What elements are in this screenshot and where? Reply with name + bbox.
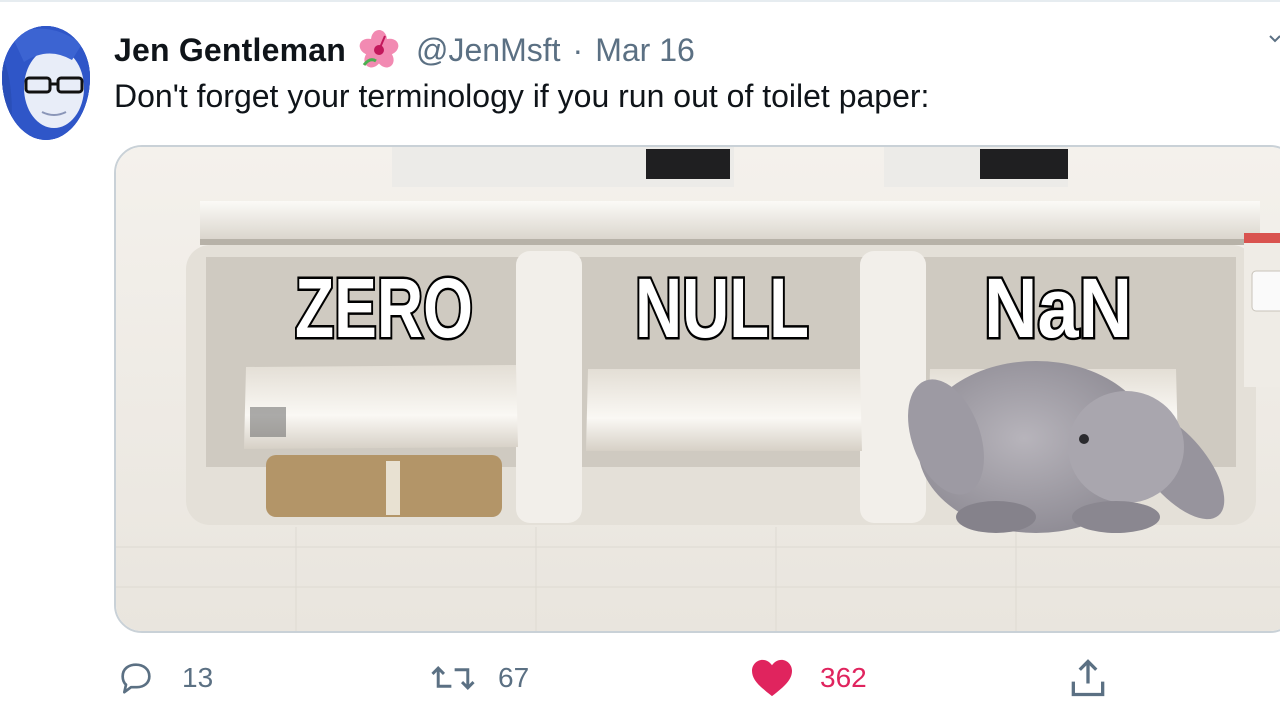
meme-label-nan: NaN [984, 261, 1132, 355]
like-count: 362 [820, 662, 867, 693]
tweet-header: Jen Gentleman @JenMsft · Mar 16 [114, 30, 695, 70]
avatar-portrait-icon [2, 26, 90, 140]
share-button[interactable] [1066, 650, 1110, 706]
meme-label-null: NULL [635, 261, 809, 355]
avatar[interactable] [2, 26, 90, 140]
reply-icon [121, 663, 151, 694]
author-handle[interactable]: @JenMsft [416, 32, 561, 69]
tweet-image[interactable]: ZERO NULL NaN [114, 145, 1280, 633]
hibiscus-icon [358, 29, 400, 71]
retweet-button[interactable]: 67 [430, 650, 529, 706]
reply-count: 13 [182, 662, 214, 693]
heart-icon [752, 659, 792, 697]
reply-button[interactable]: 13 [116, 650, 213, 706]
like-button[interactable]: 362 [750, 650, 867, 706]
separator-dot: · [572, 31, 584, 68]
share-icon [1071, 659, 1105, 697]
meme-label-zero: ZERO [295, 261, 473, 355]
retweet-icon [431, 666, 475, 690]
tweet-date[interactable]: Mar 16 [595, 32, 695, 69]
timeline-divider [0, 0, 1280, 2]
tweet-actions: 13 67 362 [0, 650, 1280, 710]
toilet-paper-photo: ZERO NULL NaN [116, 147, 1280, 631]
author-name[interactable]: Jen Gentleman [114, 32, 346, 69]
more-options-chevron-icon[interactable] [1268, 30, 1280, 46]
tweet-text: Don't forget your terminology if you run… [114, 78, 930, 114]
retweet-count: 67 [498, 662, 530, 693]
